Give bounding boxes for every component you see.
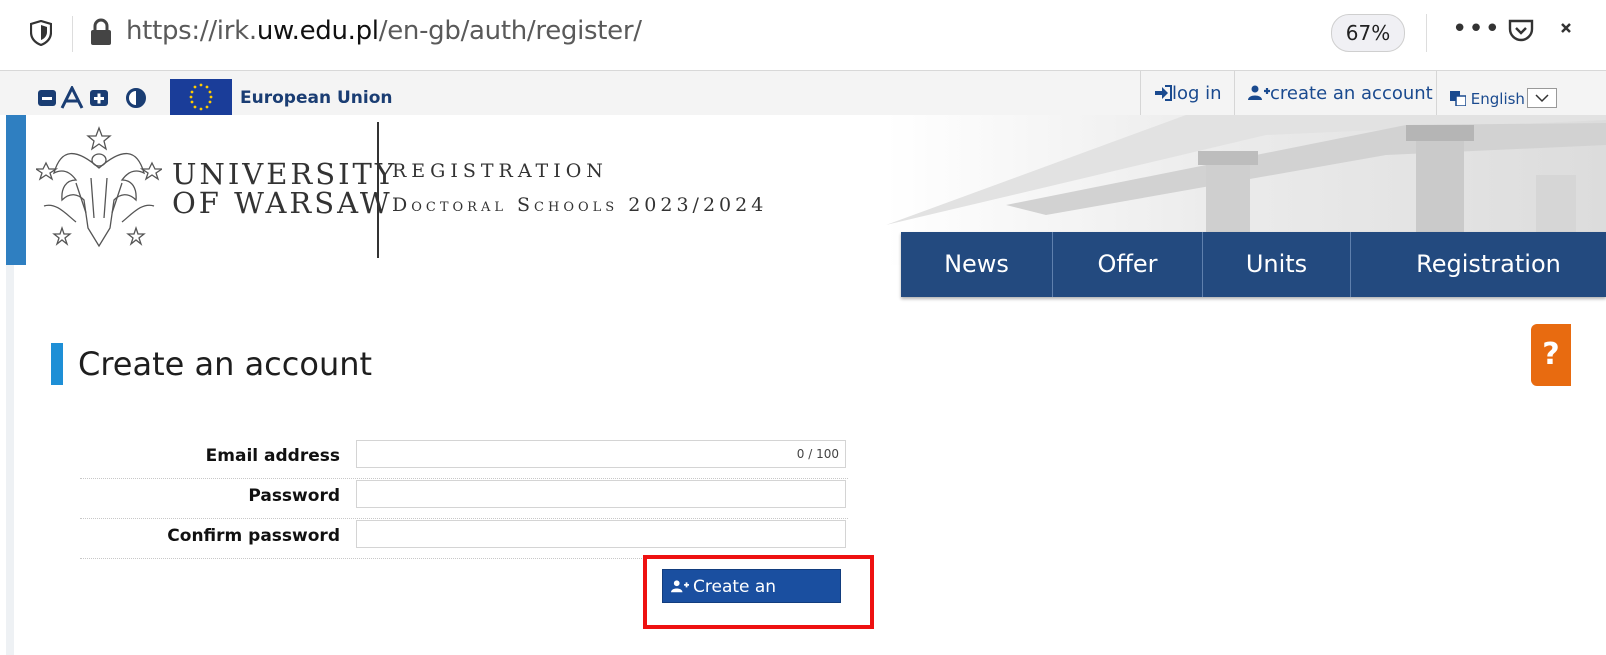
- divider: [1234, 71, 1235, 115]
- language-dropdown-button[interactable]: [1527, 88, 1557, 108]
- login-label: log in: [1172, 83, 1222, 104]
- language-icon: [1450, 91, 1467, 107]
- login-icon: [1155, 85, 1172, 101]
- email-label: Email address: [205, 446, 340, 466]
- university-eagle-logo: [36, 126, 162, 248]
- increase-font-icon[interactable]: [90, 88, 108, 108]
- email-row: Email address 0 / 100: [80, 438, 848, 479]
- university-name: UNIVERSITY OF WARSAW: [172, 160, 397, 218]
- url-field[interactable]: https://irk.uw.edu.pl/en-gb/auth/registe…: [126, 16, 642, 46]
- chevron-down-icon: [1535, 94, 1549, 103]
- header-divider: [377, 122, 379, 258]
- registration-subtitle: Doctoral Schools 2023/2024: [392, 194, 768, 216]
- eu-label: European Union: [240, 88, 393, 108]
- add-user-icon: [1248, 85, 1270, 100]
- nav-item-units[interactable]: Units: [1203, 232, 1351, 297]
- font-size-icon[interactable]: [60, 86, 86, 110]
- nav-item-offer[interactable]: Offer: [1053, 232, 1203, 297]
- email-char-counter: 0 / 100: [796, 447, 839, 461]
- nav-item-news[interactable]: News: [901, 232, 1053, 297]
- shield-icon[interactable]: [30, 20, 52, 46]
- create-account-label: create an account: [1270, 83, 1433, 104]
- language-label: English: [1470, 90, 1525, 108]
- confirm-password-field[interactable]: [356, 520, 846, 548]
- extension-icon[interactable]: [1558, 20, 1578, 46]
- help-button[interactable]: ?: [1531, 324, 1571, 386]
- divider: [1436, 71, 1437, 115]
- left-margin-strip: [6, 265, 14, 655]
- create-account-link[interactable]: create an account: [1248, 83, 1433, 104]
- lock-icon[interactable]: [88, 18, 114, 46]
- confirm-password-row: Confirm password: [80, 518, 848, 559]
- divider: [72, 16, 73, 52]
- password-label: Password: [248, 486, 340, 506]
- email-field[interactable]: 0 / 100: [356, 440, 846, 468]
- university-name-line1: UNIVERSITY: [172, 157, 398, 191]
- login-link[interactable]: log in: [1154, 83, 1222, 104]
- password-row: Password: [80, 478, 848, 519]
- left-accent-bar: [6, 115, 26, 265]
- highlight-box: [643, 555, 874, 629]
- divider: [1426, 14, 1427, 52]
- page-title: Create an account: [78, 345, 373, 383]
- url-prefix: https://irk.: [126, 16, 257, 46]
- zoom-level-button[interactable]: 67%: [1331, 14, 1405, 52]
- page-actions-menu-icon[interactable]: •••: [1452, 14, 1501, 44]
- nav-item-registration[interactable]: Registration: [1351, 232, 1606, 297]
- main-navigation: News Offer Units Registration: [901, 232, 1606, 297]
- pocket-icon[interactable]: [1508, 18, 1534, 44]
- confirm-password-label: Confirm password: [167, 526, 340, 546]
- contrast-icon[interactable]: [126, 88, 146, 108]
- browser-address-bar: https://irk.uw.edu.pl/en-gb/auth/registe…: [0, 0, 1606, 71]
- eu-flag-icon: [170, 79, 232, 115]
- password-field[interactable]: [356, 480, 846, 508]
- decrease-font-icon[interactable]: [38, 88, 56, 108]
- url-path: /en-gb/auth/register/: [378, 16, 642, 46]
- university-name-line2: OF WARSAW: [172, 186, 393, 220]
- title-accent-bar: [51, 343, 63, 385]
- url-domain: uw.edu.pl: [256, 16, 379, 46]
- divider: [1140, 71, 1141, 115]
- registration-title: REGISTRATION: [392, 160, 608, 182]
- language-selector[interactable]: English: [1450, 90, 1525, 108]
